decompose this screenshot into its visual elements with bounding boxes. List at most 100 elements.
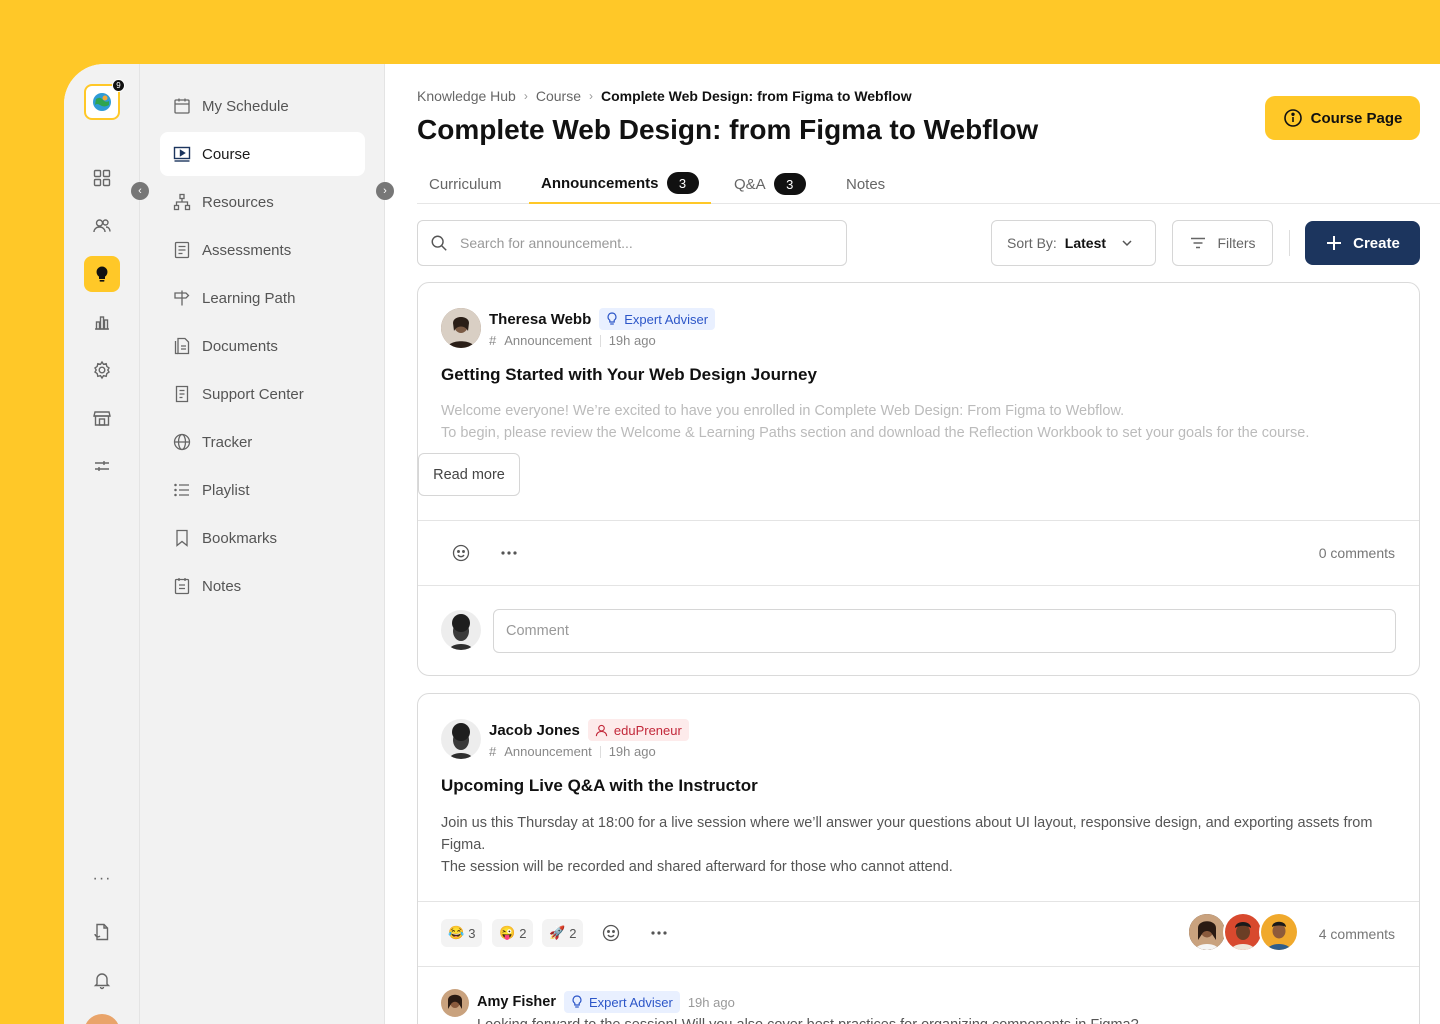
- reaction-count: 3: [468, 925, 476, 941]
- sort-dropdown[interactable]: Sort By: Latest: [991, 220, 1156, 266]
- comments-count[interactable]: 0 comments: [1319, 545, 1395, 561]
- comment-input[interactable]: Comment: [493, 609, 1396, 653]
- bell-icon: [93, 973, 111, 990]
- post-body: Join us this Thursday at 18:00 for a liv…: [441, 812, 1401, 878]
- sidebar-item-support-center[interactable]: Support Center: [160, 372, 365, 416]
- sidebar-item-label: Assessments: [202, 241, 292, 259]
- toolbar-divider: [1289, 230, 1290, 256]
- rail-notifications[interactable]: [84, 962, 120, 998]
- reaction-chip[interactable]: 😂 3: [441, 919, 483, 947]
- tab-curriculum[interactable]: Curriculum: [429, 164, 502, 204]
- chevron-down-icon: [1122, 240, 1132, 247]
- author-name[interactable]: Theresa Webb: [489, 311, 591, 328]
- reply-time: 19h ago: [687, 994, 735, 1010]
- assessment-icon: [174, 241, 190, 259]
- rail-knowledge[interactable]: [84, 256, 120, 292]
- author-avatar[interactable]: [441, 719, 481, 759]
- reaction-count: 2: [519, 925, 527, 941]
- filters-button[interactable]: Filters: [1172, 220, 1273, 266]
- rail-store[interactable]: [84, 400, 120, 436]
- reaction-chip[interactable]: 😜 2: [492, 919, 534, 947]
- tab-announcements[interactable]: Announcements 3: [529, 164, 711, 204]
- sidebar: My Schedule Course Resources Assessments…: [140, 64, 385, 1024]
- current-user-avatar: [441, 610, 481, 650]
- reaction-chip[interactable]: 🚀 2: [542, 919, 584, 947]
- lightbulb-icon: [96, 266, 108, 282]
- rail-documents[interactable]: [84, 914, 120, 950]
- notification-badge: 9: [112, 79, 125, 92]
- collapse-rail-icon[interactable]: ‹: [131, 182, 149, 200]
- post-meta: # Announcement 19h ago: [489, 744, 656, 759]
- tab-notes[interactable]: Notes: [846, 164, 885, 204]
- sort-value: Latest: [1064, 235, 1107, 251]
- document-sync-icon: [94, 923, 109, 941]
- tab-label: Q&A: [734, 175, 766, 193]
- notes-icon: [174, 578, 190, 595]
- app-window: 9 ··· ‹ › My Schedule Course Resources A…: [64, 64, 1440, 1024]
- commenter-avatar: [1259, 912, 1299, 952]
- more-icon[interactable]: ···: [84, 870, 120, 888]
- search-placeholder: Search for announcement...: [460, 235, 633, 251]
- author-name[interactable]: Jacob Jones: [489, 722, 580, 739]
- reply-text: Looking forward to the session! Will you…: [477, 1014, 1377, 1024]
- reply-author-name[interactable]: Amy Fisher: [477, 994, 556, 1010]
- sidebar-item-label: Learning Path: [202, 289, 296, 307]
- sidebar-item-resources[interactable]: Resources: [160, 180, 365, 224]
- smiley-icon: [452, 544, 470, 562]
- laughing-emoji-icon: 😂: [448, 925, 465, 940]
- breadcrumb-course[interactable]: Course: [536, 88, 581, 104]
- more-options-button[interactable]: [497, 541, 521, 565]
- sidebar-item-playlist[interactable]: Playlist: [160, 468, 365, 512]
- collapse-sidebar-icon[interactable]: ›: [376, 182, 394, 200]
- post-category: Announcement: [504, 333, 592, 348]
- post-title: Getting Started with Your Web Design Jou…: [441, 365, 817, 384]
- user-avatar[interactable]: [84, 1014, 120, 1024]
- chevron-right-icon: ›: [523, 89, 528, 103]
- post-body-line: Welcome everyone! We’re excited to have …: [441, 403, 1125, 419]
- breadcrumb-current: Complete Web Design: from Figma to Webfl…: [601, 88, 912, 104]
- tab-bar: Curriculum Announcements 3 Q&A 3 Notes: [417, 164, 1440, 204]
- rail-settings[interactable]: [84, 352, 120, 388]
- sidebar-item-label: My Schedule: [202, 97, 289, 115]
- add-reaction-button[interactable]: [449, 541, 473, 565]
- tab-qa[interactable]: Q&A 3: [734, 164, 806, 204]
- course-page-button[interactable]: Course Page: [1265, 96, 1420, 140]
- person-photo-icon: [1261, 914, 1297, 950]
- sidebar-item-notes[interactable]: Notes: [160, 564, 365, 608]
- breadcrumb-knowledge-hub[interactable]: Knowledge Hub: [417, 88, 516, 104]
- more-options-button[interactable]: [647, 921, 671, 945]
- ellipsis-icon: [651, 931, 667, 935]
- add-reaction-button[interactable]: [599, 921, 623, 945]
- rail-dashboard[interactable]: [84, 160, 120, 196]
- sidebar-item-course[interactable]: Course: [160, 132, 365, 176]
- sidebar-item-assessments[interactable]: Assessments: [160, 228, 365, 272]
- rail-community[interactable]: [84, 208, 120, 244]
- search-input[interactable]: Search for announcement...: [417, 220, 847, 266]
- create-button[interactable]: Create: [1305, 221, 1420, 265]
- post-title: Upcoming Live Q&A with the Instructor: [441, 776, 758, 795]
- card-divider: [418, 520, 1419, 521]
- sidebar-item-label: Documents: [202, 337, 278, 355]
- sidebar-item-tracker[interactable]: Tracker: [160, 420, 365, 464]
- card-divider: [418, 585, 1419, 586]
- bar-chart-icon: [95, 316, 109, 330]
- role-label: Expert Adviser: [624, 311, 709, 327]
- sidebar-item-learning-path[interactable]: Learning Path: [160, 276, 365, 320]
- sidebar-item-documents[interactable]: Documents: [160, 324, 365, 368]
- page-title: Complete Web Design: from Figma to Webfl…: [417, 114, 1039, 145]
- rail-controls[interactable]: [84, 448, 120, 484]
- sidebar-item-bookmarks[interactable]: Bookmarks: [160, 516, 365, 560]
- read-more-button[interactable]: Read more: [418, 453, 520, 496]
- tab-count-badge: 3: [666, 172, 699, 194]
- user-icon: [595, 724, 608, 736]
- search-icon: [431, 235, 447, 251]
- reply-author-avatar[interactable]: [441, 989, 469, 1017]
- smiley-icon: [602, 924, 620, 942]
- signpost-icon: [174, 290, 190, 306]
- comments-count[interactable]: 4 comments: [1319, 926, 1395, 942]
- role-label: eduPreneur: [613, 722, 682, 738]
- author-avatar[interactable]: [441, 308, 481, 348]
- sidebar-item-label: Support Center: [202, 385, 304, 403]
- sidebar-item-my-schedule[interactable]: My Schedule: [160, 84, 365, 128]
- rail-analytics[interactable]: [84, 304, 120, 340]
